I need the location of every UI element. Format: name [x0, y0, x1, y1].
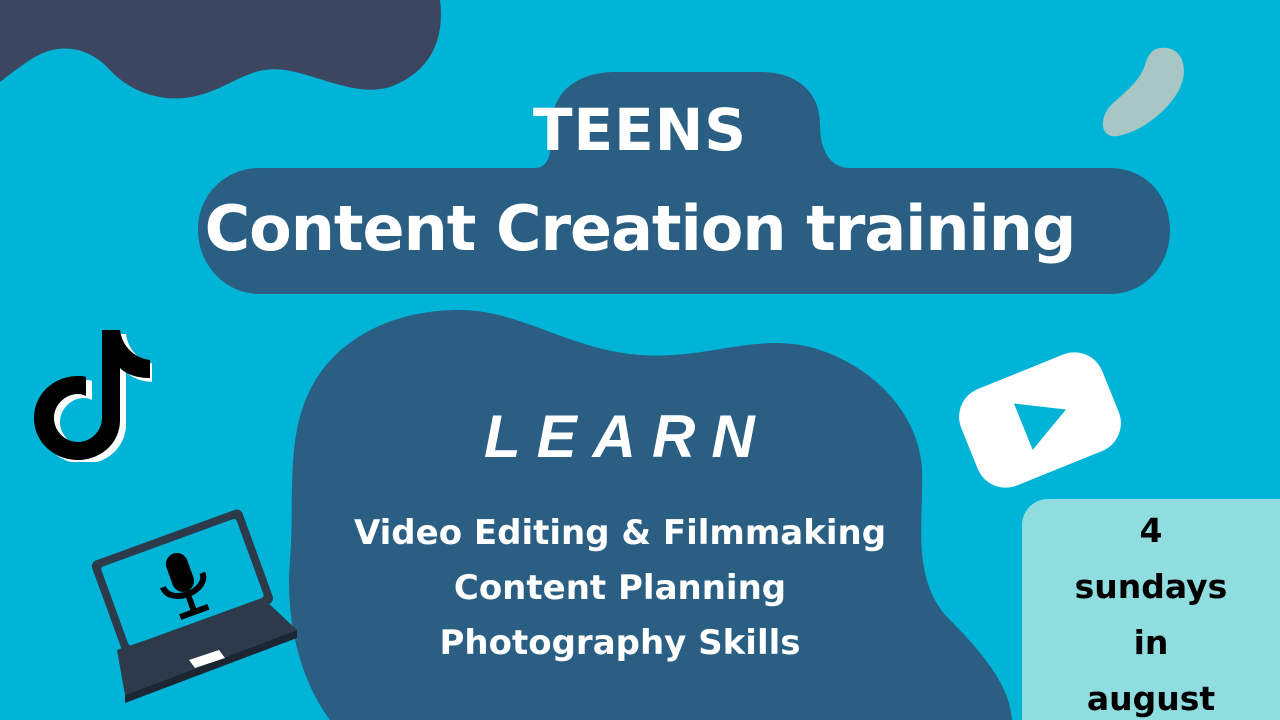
skill-item: Content Planning	[453, 568, 787, 608]
skill-item: Photography Skills	[439, 623, 801, 663]
schedule-line: in	[1133, 623, 1169, 662]
tiktok-icon	[34, 330, 152, 462]
top-left-blob	[0, 0, 441, 99]
skill-item: Video Editing & Filmmaking	[353, 513, 887, 553]
title-content-creation: Content Creation training	[204, 192, 1077, 265]
schedule-line: 4	[1139, 511, 1163, 550]
title-teens: TEENS	[532, 96, 748, 164]
learn-heading: LEARN	[484, 403, 771, 470]
schedule-line: august	[1086, 679, 1216, 718]
youtube-play-icon	[959, 352, 1121, 488]
skills-list: Video Editing & Filmmaking Content Plann…	[330, 506, 910, 671]
laptop-microphone-icon	[91, 509, 297, 703]
schedule-box: 4 sundays in august	[1022, 499, 1280, 720]
schedule-line: sundays	[1074, 567, 1228, 606]
